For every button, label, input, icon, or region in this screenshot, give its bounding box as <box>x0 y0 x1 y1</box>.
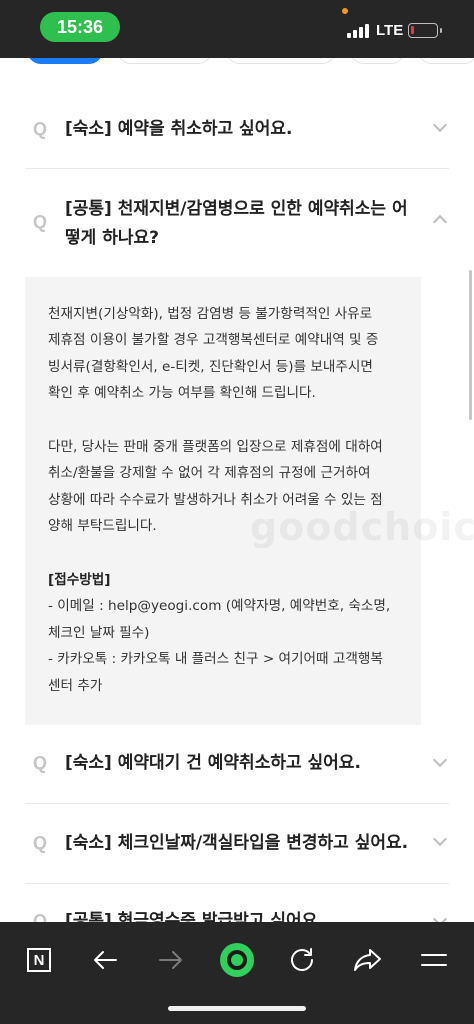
refresh-button[interactable] <box>278 936 326 984</box>
faq-item[interactable]: Q [공통] 현금영수증 발급받고 싶어요. <box>25 884 449 924</box>
watermark: goodchoice <box>250 505 474 549</box>
answer-line: 제휴점 이용이 불가할 경우 고객행복센터로 예약내역 및 증 <box>48 332 379 348</box>
answer-line: 천재지변(기상악화), 법정 감염병 등 불가항력적인 사유로 <box>48 306 373 322</box>
answer-method-title: [접수방법] <box>48 572 111 588</box>
q-mark: Q <box>33 753 48 773</box>
answer-line: - 카카오톡 : 카카오톡 내 플러스 친구 > 여기어때 고객행복 <box>48 651 383 667</box>
category-chip[interactable] <box>350 58 405 64</box>
arrow-right-icon <box>159 951 182 969</box>
faq-item[interactable]: Q [숙소] 예약을 취소하고 싶어요. <box>25 70 449 169</box>
naver-n-icon: N <box>27 948 51 972</box>
answer-line: 체크인 날짜 필수) <box>48 625 150 641</box>
q-mark: Q <box>33 212 48 232</box>
category-chip[interactable] <box>226 58 336 64</box>
chevron-down-icon[interactable] <box>432 117 448 133</box>
category-chip[interactable] <box>418 58 474 64</box>
answer-line: 센터 추가 <box>48 678 103 694</box>
naver-home-button[interactable]: N <box>15 936 63 984</box>
q-mark: Q <box>33 833 48 853</box>
green-dot-button[interactable] <box>213 936 261 984</box>
q-mark: Q <box>33 119 48 139</box>
battery-icon <box>408 23 442 38</box>
green-dot-icon <box>220 943 254 977</box>
network-label: LTE <box>376 22 404 39</box>
chevron-down-icon[interactable] <box>432 752 448 768</box>
category-chips <box>0 58 474 68</box>
answer-line: 다만, 당사는 판매 중개 플랫폼의 입장으로 제휴점에 대하여 <box>48 439 383 455</box>
chevron-down-icon[interactable] <box>432 831 448 847</box>
hamburger-menu-icon <box>421 954 447 966</box>
share-button[interactable] <box>344 936 392 984</box>
faq-question-line1: [공통] 천재지변/감염병으로 인한 예약취소는 어 <box>65 199 408 219</box>
faq-item[interactable]: Q [숙소] 체크인날짜/객실타입을 변경하고 싶어요. <box>25 804 449 884</box>
refresh-icon <box>291 948 313 971</box>
forward-button[interactable] <box>147 936 195 984</box>
back-button[interactable] <box>81 936 129 984</box>
status-time: 15:36 <box>40 12 120 42</box>
faq-list: Q [숙소] 예약을 취소하고 싶어요. Q [공통] 천재지변/감염병으로 인… <box>0 70 474 277</box>
answer-line: 확인 후 예약취소 가능 여부를 확인해 드립니다. <box>48 385 316 401</box>
faq-item[interactable]: Q [숙소] 예약대기 건 예약취소하고 싶어요. <box>25 725 449 804</box>
category-chip[interactable] <box>117 58 212 64</box>
menu-button[interactable] <box>410 936 458 984</box>
arrow-left-icon <box>94 951 117 969</box>
signal-icon <box>347 24 371 38</box>
faq-question-line2: 떻게 하나요? <box>65 228 159 248</box>
faq-answer: 천재지변(기상악화), 법정 감염병 등 불가항력적인 사유로 제휴점 이용이 … <box>25 277 421 725</box>
privacy-indicator-icon <box>342 8 348 14</box>
answer-line: 취소/환불을 강제할 수 없어 각 제휴점의 규정에 근거하여 <box>48 465 371 481</box>
answer-line: - 이메일 : help@yeogi.com (예약자명, 예약번호, 숙소명, <box>48 598 391 614</box>
answer-line: 빙서류(결항확인서, e-티켓, 진단확인서 등)를 보내주시면 <box>48 359 373 375</box>
faq-question: [숙소] 예약을 취소하고 싶어요. <box>65 119 293 139</box>
faq-item-expanded[interactable]: Q [공통] 천재지변/감염병으로 인한 예약취소는 어 떻게 하나요? <box>25 169 449 277</box>
status-bar: 15:36 LTE <box>0 0 474 58</box>
share-icon <box>354 949 381 971</box>
faq-question: [숙소] 예약대기 건 예약취소하고 싶어요. <box>65 753 361 773</box>
faq-question: [숙소] 체크인날짜/객실타입을 변경하고 싶어요. <box>65 833 409 853</box>
scrollbar[interactable] <box>469 270 472 420</box>
home-indicator[interactable] <box>168 1006 306 1011</box>
chevron-up-icon[interactable] <box>432 214 448 230</box>
category-chip-active[interactable] <box>27 58 103 64</box>
